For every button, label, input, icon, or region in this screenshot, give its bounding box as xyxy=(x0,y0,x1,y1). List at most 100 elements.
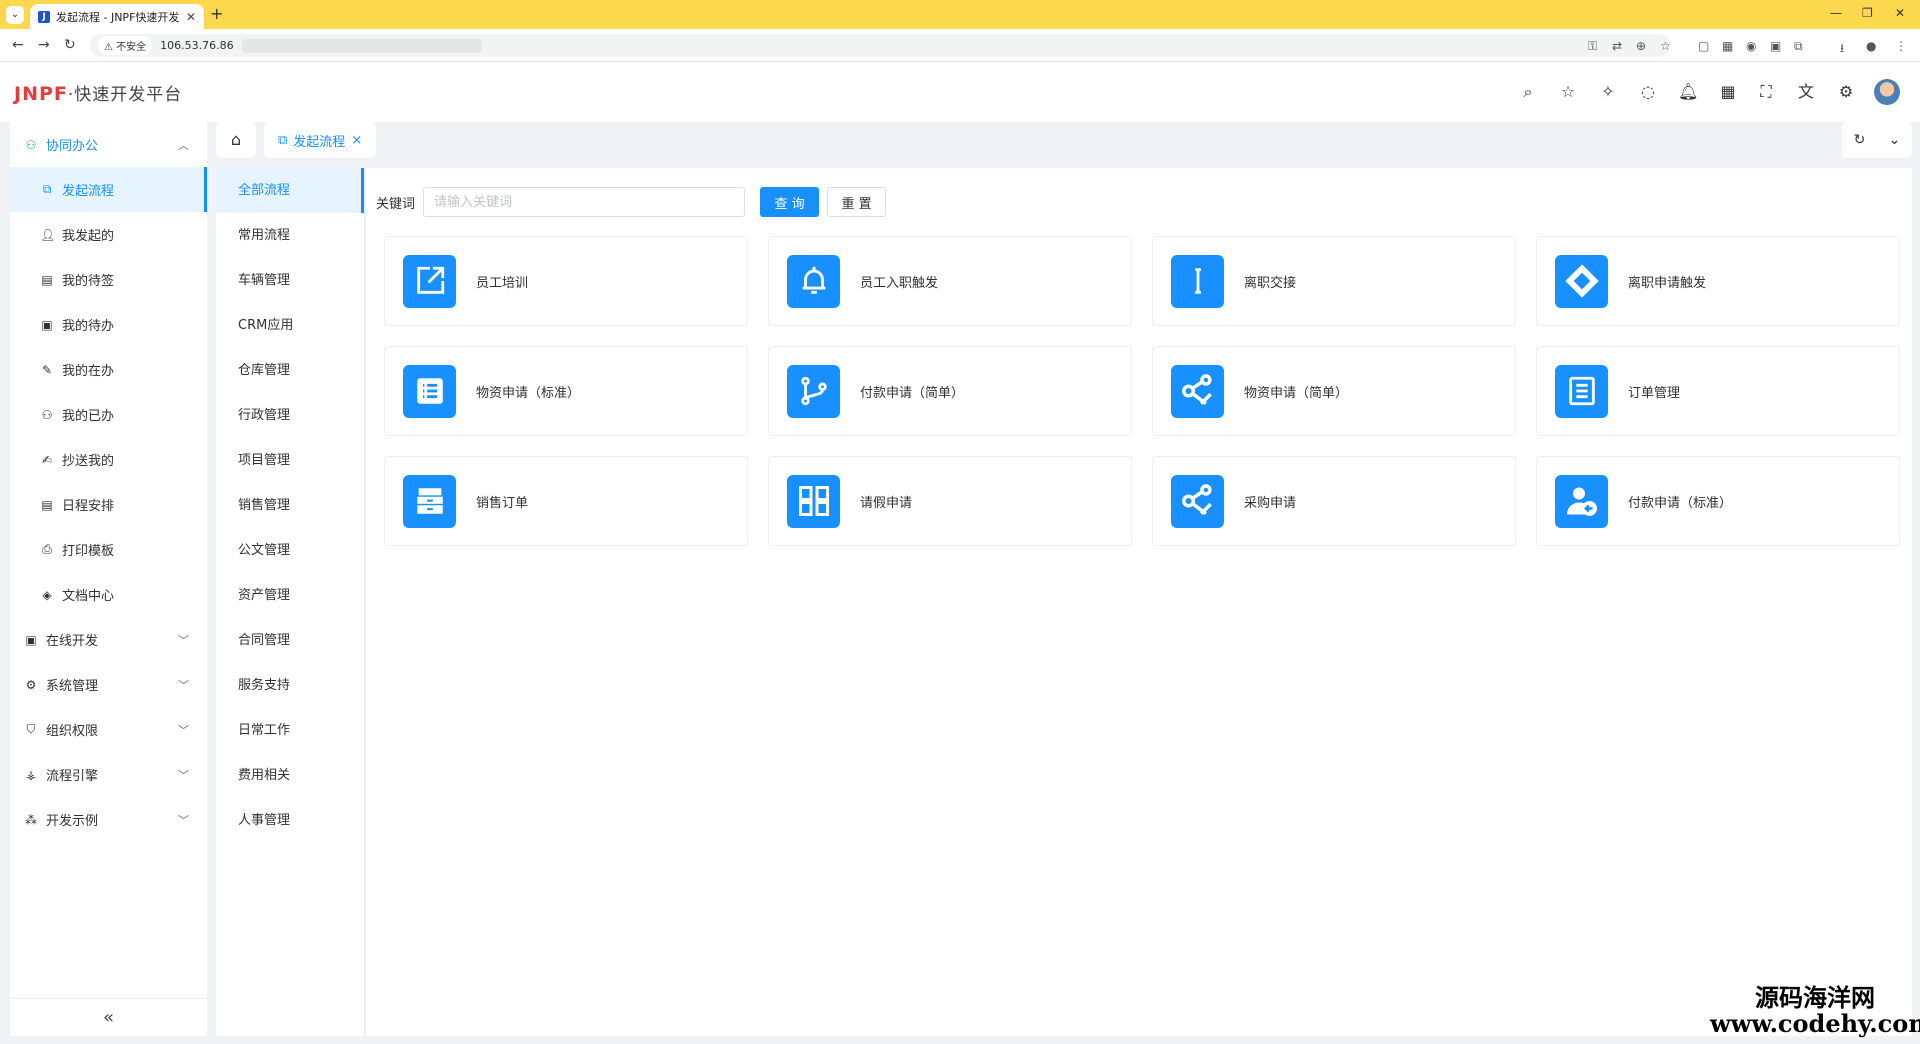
category-item[interactable]: 日常工作 xyxy=(216,708,364,753)
category-item[interactable]: 人事管理 xyxy=(216,798,364,843)
message-icon[interactable]: ◌ xyxy=(1638,82,1658,102)
key-icon[interactable]: ⚿ xyxy=(1588,39,1597,54)
query-button[interactable]: 查 询 xyxy=(760,187,820,217)
sidebar-group-dev[interactable]: ▣ 在线开发 ﹀ xyxy=(10,617,207,662)
category-item[interactable]: 销售管理 xyxy=(216,483,364,528)
minimize-icon[interactable]: — xyxy=(1830,6,1842,20)
tag-close-icon[interactable]: × xyxy=(351,133,362,148)
category-item[interactable]: 费用相关 xyxy=(216,753,364,798)
settings-gear-icon[interactable]: ⚙ xyxy=(1836,82,1856,102)
flow-card[interactable]: 销售订单 xyxy=(384,456,748,546)
category-item[interactable]: 仓库管理 xyxy=(216,348,364,393)
fullscreen-icon[interactable]: ⛶ xyxy=(1756,82,1776,102)
window-close-icon[interactable]: ✕ xyxy=(1895,6,1905,20)
user-icon: 👤︎ xyxy=(40,227,56,242)
sidebar-group-system[interactable]: ⚙ 系统管理 ﹀ xyxy=(10,662,207,707)
chevron-down-icon[interactable]: ⌄ xyxy=(1889,132,1901,148)
tab-close-icon[interactable]: ✕ xyxy=(186,10,196,24)
sidebar-item-print-template[interactable]: ⎙ 打印模板 xyxy=(10,527,207,572)
address-bar[interactable]: ⚠ 不安全 106.53.76.86 xyxy=(90,34,1670,57)
puzzle-icon[interactable]: ⧉ xyxy=(1794,39,1803,54)
magic-icon[interactable]: ✧ xyxy=(1598,82,1618,102)
tab-search-icon[interactable]: ⌄ xyxy=(6,6,24,24)
sidebar-item-in-progress[interactable]: ✎ 我的在办 xyxy=(10,347,207,392)
sidebar-item-schedule[interactable]: ▤ 日程安排 xyxy=(10,482,207,527)
category-item[interactable]: 行政管理 xyxy=(216,393,364,438)
collapse-sidebar-icon[interactable]: « xyxy=(10,998,207,1036)
sidebar-group-collab[interactable]: ⚇ 协同办公 ︿ xyxy=(10,122,207,167)
sidebar-item-start-flow[interactable]: ⧉ 发起流程 xyxy=(10,167,207,212)
sidebar-item-docs[interactable]: ◈ 文档中心 xyxy=(10,572,207,617)
flow-launcher-panel: 关键词 查 询 重 置 员工培训 员工入职触发 离职交接 xyxy=(366,168,1912,1036)
user-back-icon xyxy=(1555,474,1608,528)
refresh-icon[interactable]: ↻ xyxy=(1854,132,1866,148)
extension-icon[interactable]: ◉ xyxy=(1746,39,1756,53)
sidebar-group-examples[interactable]: ⁂ 开发示例 ﹀ xyxy=(10,797,207,842)
more-icon[interactable]: ⋮ xyxy=(1895,39,1907,53)
browser-tab[interactable]: J 发起流程 - JNPF快速开发平台 ✕ xyxy=(30,4,204,29)
profile-icon[interactable]: ● xyxy=(1866,39,1876,53)
branch-icon xyxy=(787,364,840,418)
flow-card[interactable]: 离职交接 xyxy=(1152,236,1516,326)
category-list: 全部流程 常用流程 车辆管理 CRM应用 仓库管理 行政管理 项目管理 销售管理… xyxy=(216,168,365,1036)
category-item[interactable]: 全部流程 xyxy=(216,168,364,213)
share-x-icon xyxy=(1171,474,1224,528)
new-tab-icon[interactable]: + xyxy=(210,6,223,22)
flow-card[interactable]: 请假申请 xyxy=(768,456,1132,546)
translate-icon[interactable]: ⇄ xyxy=(1612,39,1622,53)
sidebar-item-cc[interactable]: ✍ 抄送我的 xyxy=(10,437,207,482)
sidebar-item-my-initiated[interactable]: 👤︎ 我发起的 xyxy=(10,212,207,257)
flow-card[interactable]: 员工培训 xyxy=(384,236,748,326)
reset-button[interactable]: 重 置 xyxy=(827,187,887,217)
home-icon[interactable]: ⌂ xyxy=(216,122,256,158)
restore-icon[interactable]: ❐ xyxy=(1862,6,1873,20)
flow-card[interactable]: 采购申请 xyxy=(1152,456,1516,546)
forward-icon[interactable]: → xyxy=(38,37,50,53)
extension-icon[interactable]: ▦ xyxy=(1722,39,1733,53)
language-icon[interactable]: 文 xyxy=(1796,82,1816,102)
sidebar-item-done[interactable]: ⚇ 我的已办 xyxy=(10,392,207,437)
extension-icon[interactable]: ▣ xyxy=(1770,39,1781,53)
category-item[interactable]: 项目管理 xyxy=(216,438,364,483)
category-item[interactable]: 资产管理 xyxy=(216,573,364,618)
flow-title: 请假申请 xyxy=(860,495,913,511)
tag-start-flow[interactable]: ⧉ 发起流程 × xyxy=(264,122,377,158)
category-item[interactable]: 公文管理 xyxy=(216,528,364,573)
search-icon[interactable]: ⌕ xyxy=(1518,82,1538,102)
flow-card[interactable]: 付款申请（简单） xyxy=(768,346,1132,436)
bell-icon[interactable]: 🔔︎ xyxy=(1678,82,1698,102)
flow-card[interactable]: 订单管理 xyxy=(1536,346,1900,436)
watermark: 源码海洋网 www.codehy.com xyxy=(1710,984,1920,1038)
sidebar-item-to-sign[interactable]: ▤ 我的待签 xyxy=(10,257,207,302)
flow-card[interactable]: 离职申请触发 xyxy=(1536,236,1900,326)
sidebar-item-todo[interactable]: ▣ 我的待办 xyxy=(10,302,207,347)
flow-card[interactable]: 付款申请（标准） xyxy=(1536,456,1900,546)
avatar[interactable] xyxy=(1874,79,1900,105)
zoom-icon[interactable]: ⊕ xyxy=(1636,39,1646,53)
bookmark-star-icon[interactable]: ☆ xyxy=(1660,39,1671,53)
flow-card[interactable]: 物资申请（简单） xyxy=(1152,346,1516,436)
download-icon[interactable]: ⭳ xyxy=(1840,39,1844,60)
logo[interactable]: JNPF·快速开发平台 xyxy=(14,80,182,105)
category-item[interactable]: 合同管理 xyxy=(216,618,364,663)
flow-card[interactable]: 员工入职触发 xyxy=(768,236,1132,326)
flow-launch-icon: ⧉ xyxy=(278,132,288,148)
text-cursor-icon xyxy=(1171,254,1224,308)
shield-icon: ⛉ xyxy=(26,722,36,736)
reload-icon[interactable]: ↻ xyxy=(64,37,76,53)
flow-title: 销售订单 xyxy=(476,495,529,511)
extension-icon[interactable]: ▢ xyxy=(1698,39,1709,53)
sidebar-group-permission[interactable]: ⛉ 组织权限 ﹀ xyxy=(10,707,207,752)
back-icon[interactable]: ← xyxy=(12,37,24,53)
category-item[interactable]: 车辆管理 xyxy=(216,258,364,303)
keyword-input[interactable] xyxy=(423,187,746,217)
category-item[interactable]: 服务支持 xyxy=(216,663,364,708)
category-item[interactable]: 常用流程 xyxy=(216,213,364,258)
star-icon[interactable]: ☆ xyxy=(1558,82,1578,102)
chevron-down-icon: ﹀ xyxy=(178,813,189,827)
insecure-badge[interactable]: ⚠ 不安全 xyxy=(98,36,153,55)
category-item[interactable]: CRM应用 xyxy=(216,303,364,348)
sidebar-group-flow-engine[interactable]: ⚶ 流程引擎 ﹀ xyxy=(10,752,207,797)
flow-card[interactable]: 物资申请（标准） xyxy=(384,346,748,436)
apps-icon[interactable]: ▦ xyxy=(1718,82,1738,102)
